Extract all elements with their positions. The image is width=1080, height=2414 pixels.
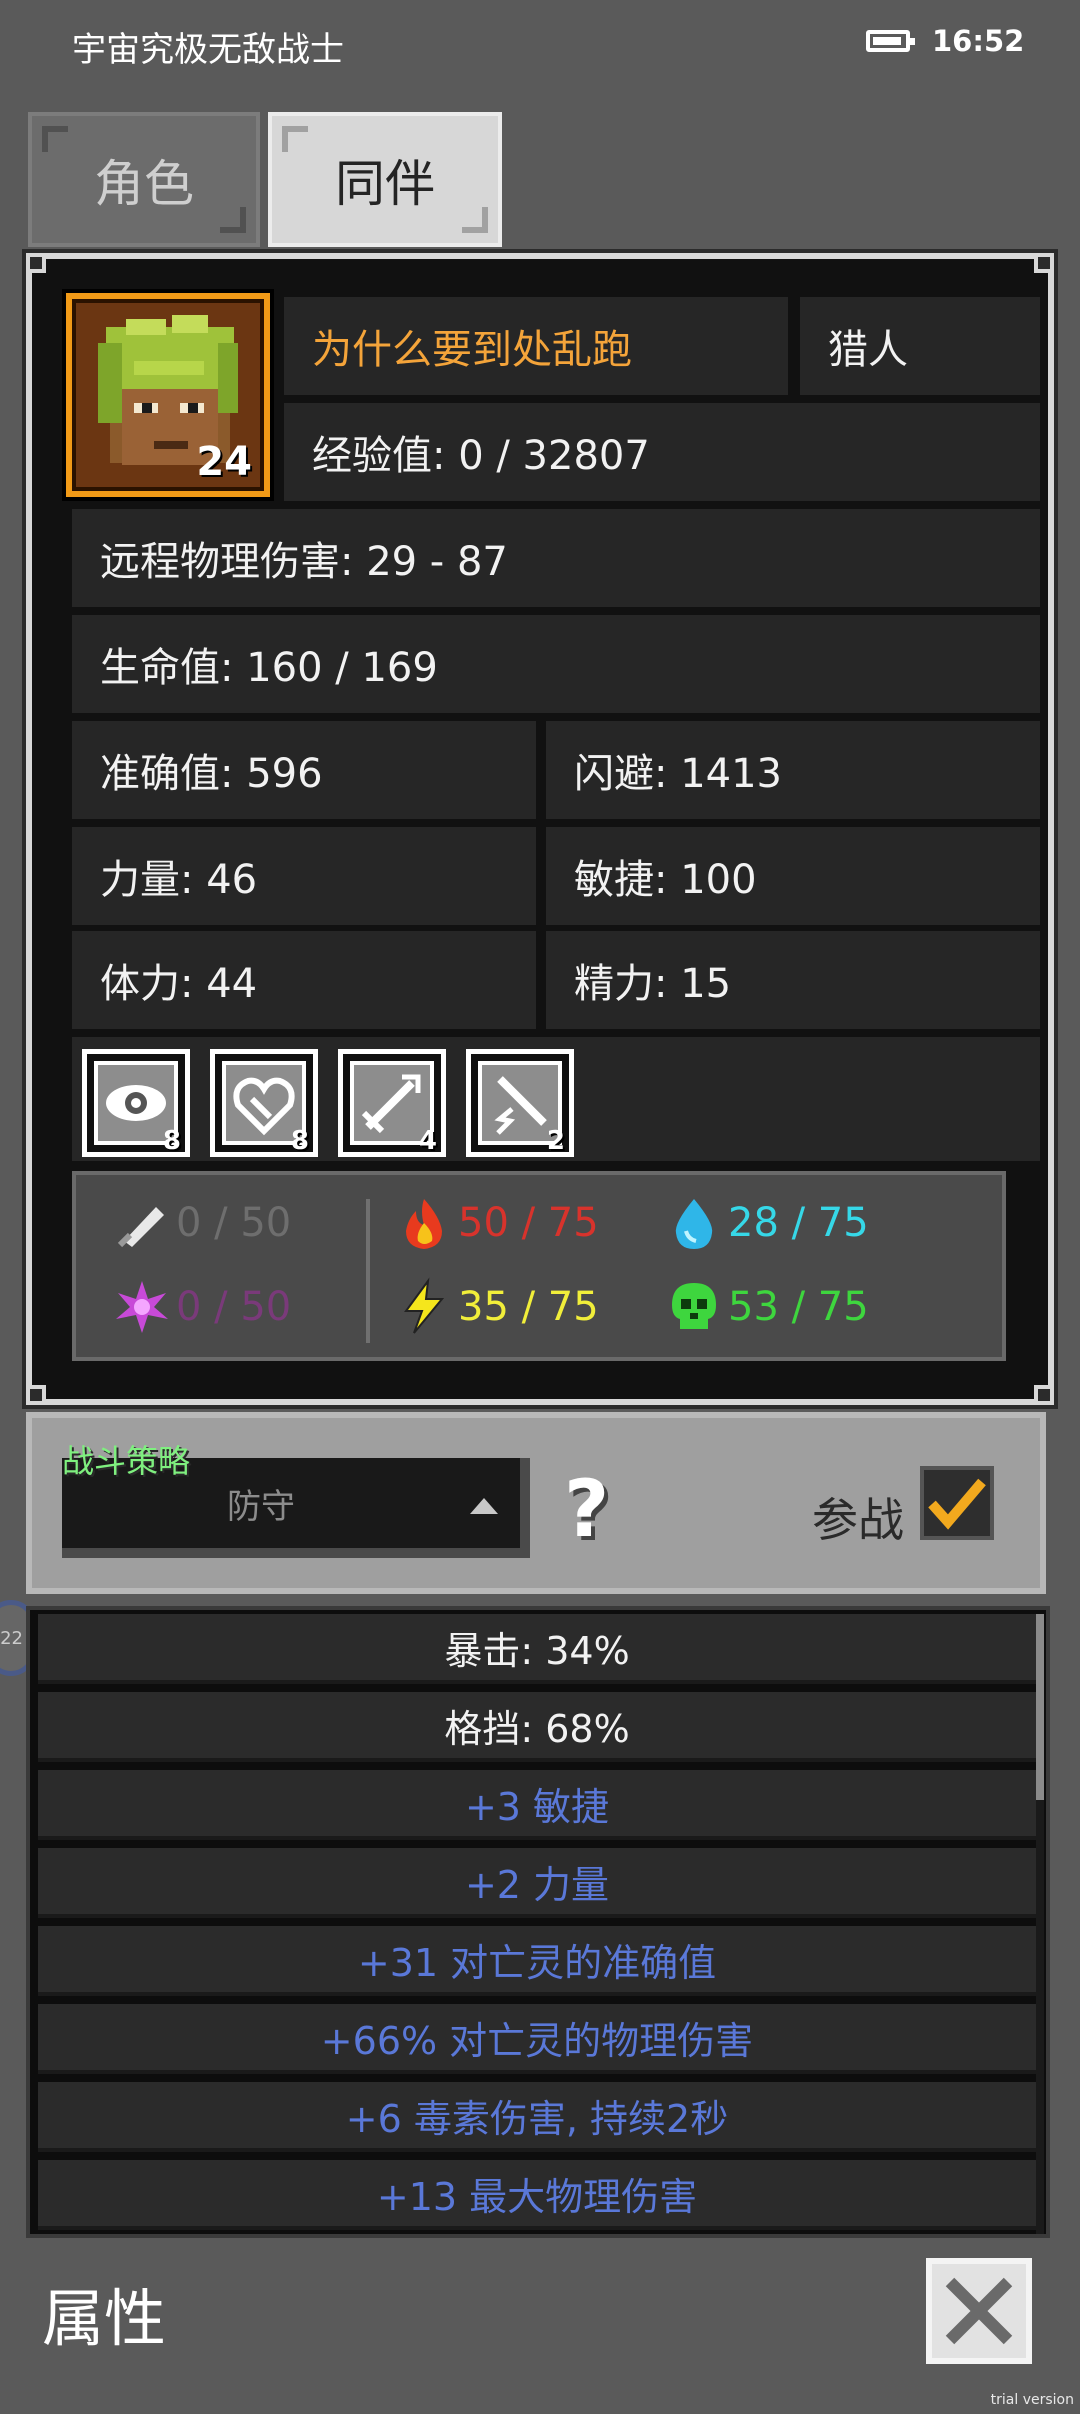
experience-field: 经验值: 0 / 32807 xyxy=(284,403,1040,501)
join-battle-checkbox[interactable] xyxy=(920,1466,994,1540)
stamina-text: 体力: 44 xyxy=(100,961,258,1007)
trial-version-label: trial version xyxy=(990,2392,1074,2408)
energy-text: 精力: 15 xyxy=(574,961,732,1007)
evasion-text: 闪避: 1413 xyxy=(574,751,782,797)
tab-role-label: 角色 xyxy=(94,154,194,213)
companion-class: 猎人 xyxy=(800,297,1040,395)
effect-text: +3 敏捷 xyxy=(464,1784,610,1829)
water-resist-icon xyxy=(675,1199,713,1249)
panel-corner-decoration xyxy=(1034,253,1054,273)
battle-strategy-label: 战斗策略 xyxy=(62,1442,191,1480)
character-panel: 24 为什么要到处乱跑 猎人 经验值: 0 / 32807 远程物理伤害: 29… xyxy=(22,249,1058,1409)
agility-field: 敏捷: 100 xyxy=(546,827,1040,925)
strength-field: 力量: 46 xyxy=(72,827,536,925)
panel-corner-decoration xyxy=(1034,1385,1054,1405)
skill-slot-eye[interactable]: 8 xyxy=(82,1049,190,1157)
companion-portrait[interactable]: 24 xyxy=(62,289,274,501)
resist-fire: 50 / 75 xyxy=(394,1193,599,1253)
experience-text: 经验值: 0 / 32807 xyxy=(312,433,650,479)
effect-text: +6 毒素伤害, 持续2秒 xyxy=(345,2096,729,2141)
resist-physical: 0 / 50 xyxy=(112,1193,291,1253)
energy-field: 精力: 15 xyxy=(546,931,1040,1029)
page-title: 属性 xyxy=(42,2282,167,2355)
effect-text: 暴击: 34% xyxy=(444,1628,630,1673)
close-button[interactable] xyxy=(926,2258,1032,2364)
accuracy-text: 准确值: 596 xyxy=(100,751,323,797)
status-bar: 宇宙究极无敌战士 16:52 xyxy=(0,0,1080,90)
damage-field: 远程物理伤害: 29 - 87 xyxy=(72,509,1040,607)
scrollbar-thumb[interactable] xyxy=(1036,1614,1044,1800)
strength-text: 力量: 46 xyxy=(100,857,258,903)
resist-lightning: 35 / 75 xyxy=(394,1277,599,1337)
resist-water-value: 28 / 75 xyxy=(728,1200,869,1246)
resist-water: 28 / 75 xyxy=(664,1193,869,1253)
tab-role[interactable]: 角色 xyxy=(28,112,260,247)
list-item: +3 敏捷 xyxy=(38,1770,1036,1840)
lightning-resist-icon xyxy=(404,1277,445,1334)
accuracy-field: 准确值: 596 xyxy=(72,721,536,819)
health-field: 生命值: 160 / 169 xyxy=(72,615,1040,713)
skill-count: 4 xyxy=(418,1126,437,1156)
avatar: 24 xyxy=(72,299,264,491)
panel-corner-decoration xyxy=(26,253,46,273)
battery-icon xyxy=(866,30,915,52)
skill-slot-heart-shield[interactable]: 8 xyxy=(210,1049,318,1157)
list-item: +31 对亡灵的准确值 xyxy=(38,1926,1036,1996)
battle-panel: 防守 战斗策略 ? 参战 xyxy=(26,1412,1046,1594)
effects-list[interactable]: 暴击: 34% 格挡: 68% +3 敏捷 +2 力量 +31 对亡灵的准确值 … xyxy=(26,1606,1050,2238)
effect-text: +66% 对亡灵的物理伤害 xyxy=(320,2018,754,2063)
skill-slot-sword[interactable]: 4 xyxy=(338,1049,446,1157)
evasion-field: 闪避: 1413 xyxy=(546,721,1040,819)
effect-text: +13 最大物理伤害 xyxy=(376,2174,698,2219)
effect-text: 格挡: 68% xyxy=(444,1706,630,1751)
app-title: 宇宙究极无敌战士 xyxy=(72,30,344,70)
resist-fire-value: 50 / 75 xyxy=(458,1200,599,1246)
skill-count: 8 xyxy=(162,1126,181,1156)
health-text: 生命值: 160 / 169 xyxy=(100,645,438,691)
stamina-field: 体力: 44 xyxy=(72,931,536,1029)
list-item: 格挡: 68% xyxy=(38,1692,1036,1762)
skill-count: 8 xyxy=(290,1126,309,1156)
divider xyxy=(366,1199,370,1343)
tab-companion-label: 同伴 xyxy=(335,154,435,213)
damage-text: 远程物理伤害: 29 - 87 xyxy=(100,539,508,585)
poison-resist-icon xyxy=(672,1283,716,1329)
arcane-resist-icon xyxy=(116,1281,168,1333)
resist-arcane-value: 0 / 50 xyxy=(176,1284,292,1330)
caret-up-icon xyxy=(470,1498,498,1514)
help-question-icon[interactable]: ? xyxy=(564,1470,634,1550)
resistances-panel: 0 / 50 50 / 75 28 / 75 0 / 50 35 / 75 53… xyxy=(72,1171,1006,1361)
list-item: +2 力量 xyxy=(38,1848,1036,1918)
resist-physical-value: 0 / 50 xyxy=(176,1200,292,1246)
skill-slot-lightning-sword[interactable]: 2 xyxy=(466,1049,574,1157)
resist-poison-value: 53 / 75 xyxy=(728,1284,869,1330)
checkmark-icon xyxy=(928,1478,986,1530)
list-item: +6 毒素伤害, 持续2秒 xyxy=(38,2082,1036,2152)
skills-row: 8 8 4 2 xyxy=(72,1037,1040,1161)
effect-text: +31 对亡灵的准确值 xyxy=(357,1940,717,1985)
join-battle-label: 参战 xyxy=(812,1493,904,1547)
physical-resist-icon xyxy=(117,1207,164,1248)
companion-level: 24 xyxy=(196,439,252,485)
companion-name[interactable]: 为什么要到处乱跑 xyxy=(284,297,788,395)
side-handle-label: 22 xyxy=(0,1627,23,1649)
list-item: +13 最大物理伤害 xyxy=(38,2160,1036,2230)
list-item: +66% 对亡灵的物理伤害 xyxy=(38,2004,1036,2074)
skill-count: 2 xyxy=(546,1126,565,1156)
effect-text: +2 力量 xyxy=(464,1862,610,1907)
resist-lightning-value: 35 / 75 xyxy=(458,1284,599,1330)
agility-text: 敏捷: 100 xyxy=(574,857,757,903)
panel-corner-decoration xyxy=(26,1385,46,1405)
fire-resist-icon xyxy=(406,1199,442,1249)
companion-class-text: 猎人 xyxy=(828,327,908,373)
companion-name-text: 为什么要到处乱跑 xyxy=(312,327,632,373)
close-icon xyxy=(945,2277,1013,2345)
resist-poison: 53 / 75 xyxy=(664,1277,869,1337)
tab-companion[interactable]: 同伴 xyxy=(268,112,502,247)
clock: 16:52 xyxy=(932,24,1025,58)
resist-arcane: 0 / 50 xyxy=(112,1277,291,1337)
list-item: 暴击: 34% xyxy=(38,1614,1036,1684)
